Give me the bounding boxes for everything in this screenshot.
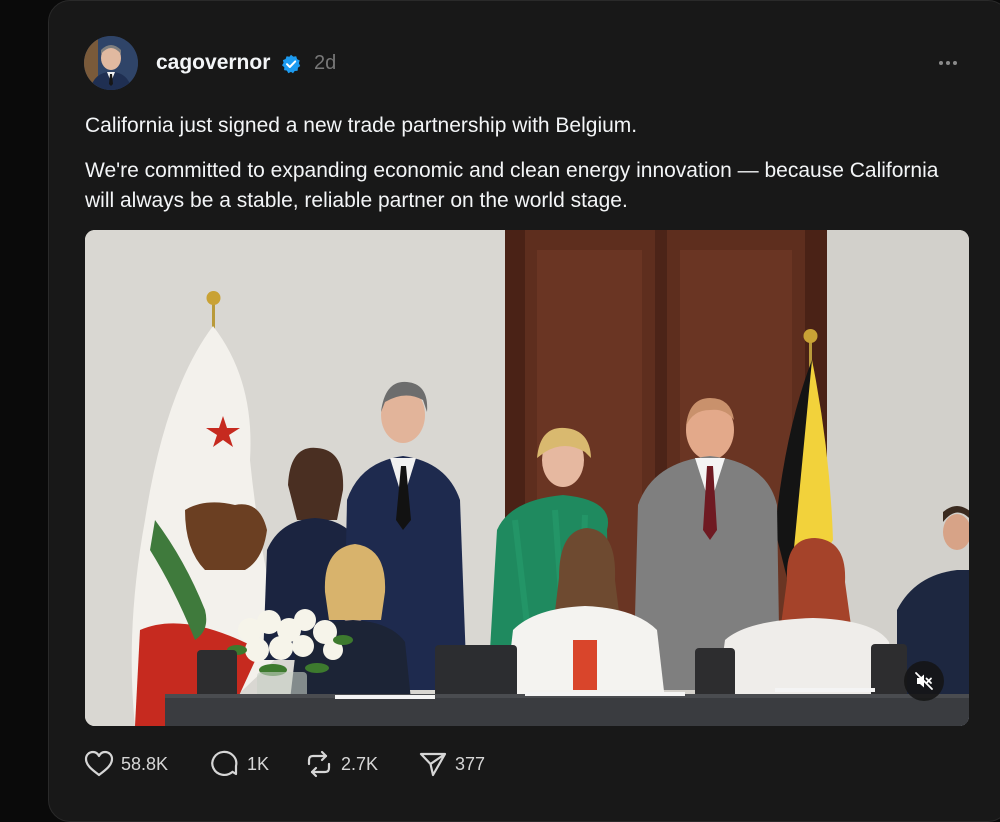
like-count: 58.8K [121, 753, 169, 774]
timestamp: 2d [314, 52, 337, 74]
speaker-muted-icon[interactable] [904, 661, 944, 701]
repost-button[interactable]: 2.7K [304, 748, 378, 780]
like-button[interactable]: 58.8K [84, 748, 168, 780]
share-count: 377 [455, 753, 486, 774]
post-video[interactable] [85, 230, 969, 726]
username[interactable]: cagovernor [156, 51, 270, 75]
share-button[interactable]: 377 [418, 748, 485, 780]
post-text-2: We're committed to expanding economic an… [85, 159, 939, 212]
repost-count: 2.7K [341, 753, 379, 774]
reply-count: 1K [247, 753, 270, 774]
verified-badge-icon [281, 54, 301, 74]
repost-icon [304, 750, 334, 778]
send-icon [418, 750, 448, 778]
reply-button[interactable]: 1K [210, 748, 269, 780]
heart-icon [84, 750, 114, 778]
post-text-1: California just signed a new trade partn… [85, 114, 638, 137]
comment-icon [210, 750, 240, 778]
avatar[interactable] [84, 36, 138, 90]
more-options-icon[interactable] [930, 48, 966, 78]
